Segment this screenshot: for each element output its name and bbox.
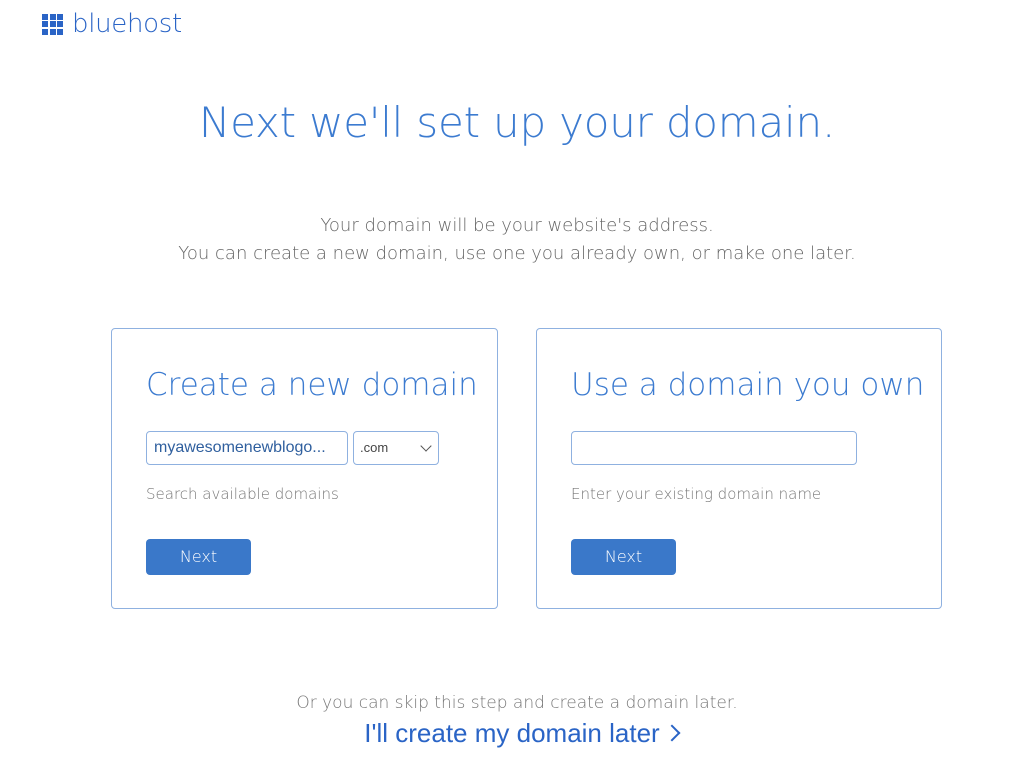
chevron-right-icon xyxy=(663,724,681,742)
chevron-down-icon xyxy=(420,440,432,452)
subtitle-line-1: Your domain will be your website's addre… xyxy=(320,215,714,236)
grid-logo-icon xyxy=(42,13,63,35)
use-own-domain-card: Use a domain you own Enter your existing… xyxy=(536,328,942,609)
subtitle-line-2: You can create a new domain, use one you… xyxy=(178,243,856,264)
create-domain-later-link[interactable]: I'll create my domain later xyxy=(0,718,1024,749)
create-domain-later-label: I'll create my domain later xyxy=(364,718,660,748)
page: bluehost Next we'll set up your domain. … xyxy=(0,0,1024,771)
use-own-domain-title: Use a domain you own xyxy=(571,367,925,403)
logo-text: bluehost xyxy=(72,9,182,39)
create-new-domain-card: Create a new domain myawesomenewblogo...… xyxy=(111,328,498,609)
tld-selected-value: .com xyxy=(360,440,389,455)
new-domain-input[interactable]: myawesomenewblogo... xyxy=(146,431,348,465)
bluehost-logo[interactable]: bluehost xyxy=(42,8,182,40)
create-new-domain-title: Create a new domain xyxy=(146,367,478,403)
page-subtitle: Your domain will be your website's addre… xyxy=(0,212,1024,268)
own-domain-next-button[interactable]: Next xyxy=(571,539,676,575)
tld-select[interactable]: .com xyxy=(353,431,439,465)
existing-domain-input[interactable] xyxy=(571,431,857,465)
existing-domain-help: Enter your existing domain name xyxy=(571,485,822,503)
skip-step-text: Or you can skip this step and create a d… xyxy=(296,693,738,713)
search-domains-help: Search available domains xyxy=(146,485,339,503)
new-domain-next-button[interactable]: Next xyxy=(146,539,251,575)
page-title: Next we'll set up your domain. xyxy=(198,98,836,147)
